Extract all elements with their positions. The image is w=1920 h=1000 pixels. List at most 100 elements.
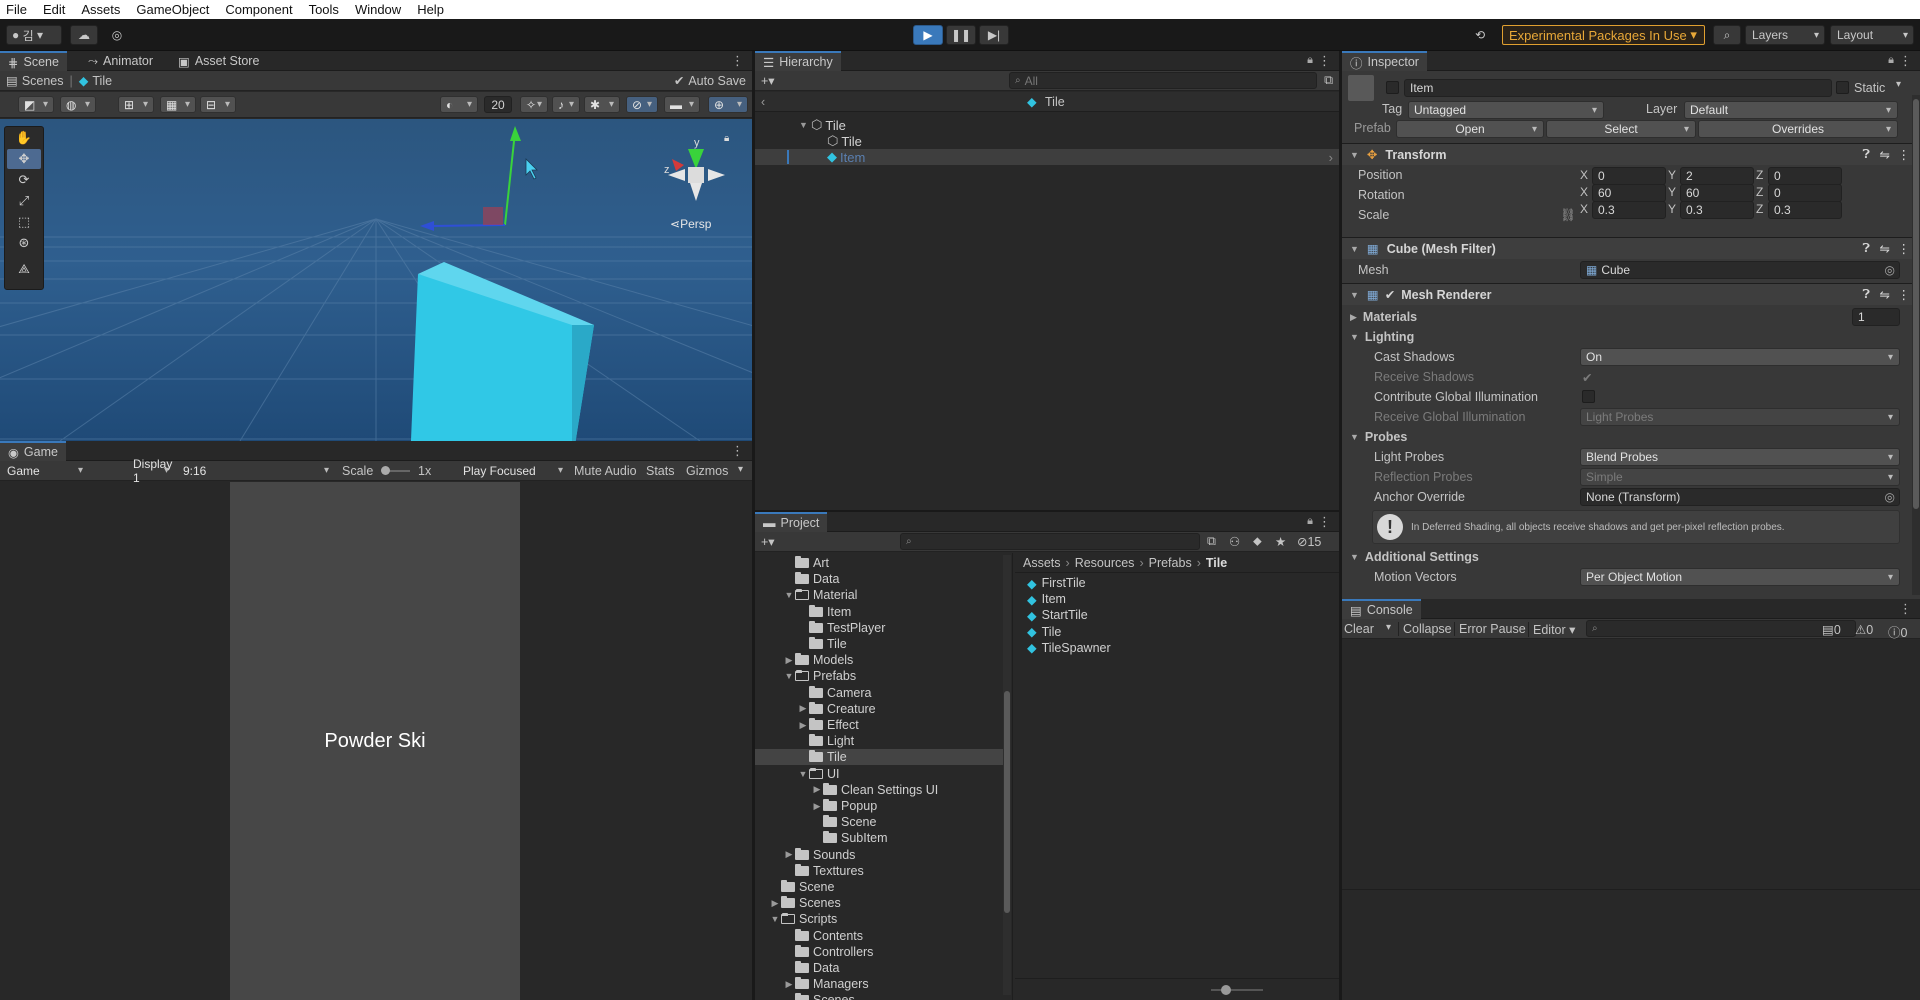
error-pause-toggle[interactable]: Error Pause xyxy=(1454,622,1526,636)
menu-gameobject[interactable]: GameObject xyxy=(128,2,217,17)
icon-size-slider[interactable] xyxy=(1211,989,1263,991)
folder-tree-row[interactable]: ▶ Managers xyxy=(755,976,1003,992)
expanded-arrow-icon[interactable]: ▼ xyxy=(783,671,795,681)
lighting-row[interactable]: ▼ Lighting xyxy=(1342,327,1920,347)
tab-hierarchy[interactable]: ☰ Hierarchy xyxy=(755,51,841,71)
crumb-tile[interactable]: Tile xyxy=(1206,556,1227,570)
tree-scrollbar[interactable] xyxy=(1003,555,1011,995)
rotation-x-field[interactable]: 60 xyxy=(1592,184,1666,202)
motion-vectors-dropdown[interactable]: Per Object Motion xyxy=(1580,568,1900,586)
component-menu-icon[interactable]: ⋮ xyxy=(1898,241,1911,256)
mute-audio-toggle[interactable]: Mute Audio xyxy=(574,464,637,478)
tag-icon[interactable]: ⬥ xyxy=(1253,534,1262,549)
folder-tree-row[interactable]: Controllers xyxy=(755,944,1003,960)
folder-tree-row[interactable]: ▼ Scripts xyxy=(755,911,1003,927)
lighting-toggle[interactable]: ✧ xyxy=(520,96,548,113)
folder-tree-row[interactable]: ▼ Prefabs xyxy=(755,668,1003,684)
hidden-packages-icon[interactable]: ⊘15 xyxy=(1297,534,1321,549)
tab-console[interactable]: ▤ Console xyxy=(1342,599,1421,619)
shading-dropdown[interactable]: ◐ xyxy=(440,96,478,113)
crumb-assets[interactable]: Assets xyxy=(1023,556,1061,570)
collapsed-arrow-icon[interactable]: ▶ xyxy=(811,784,823,795)
crumb-prefabs[interactable]: Prefabs xyxy=(1149,556,1192,570)
collapsed-arrow-icon[interactable]: ▶ xyxy=(783,655,795,666)
game-render-view[interactable]: Powder Ski xyxy=(230,482,520,1000)
help-icon[interactable]: ❓︎ xyxy=(1862,287,1870,302)
additional-settings-row[interactable]: ▼ Additional Settings xyxy=(1342,547,1920,567)
collapsed-arrow-icon[interactable]: ▶ xyxy=(783,849,795,860)
mesh-field[interactable]: ▦ Cube ◎ xyxy=(1580,261,1900,279)
folder-tree-row[interactable]: ▼ Material xyxy=(755,587,1003,603)
position-y-field[interactable]: 2 xyxy=(1680,167,1754,185)
folder-tree-row[interactable]: ▶ Clean Settings UI xyxy=(755,782,1003,798)
gizmos-dropdown[interactable]: ⊕ xyxy=(708,96,748,113)
settings-icon[interactable]: ⇋ xyxy=(1880,147,1890,162)
tab-asset-store[interactable]: ▣ Asset Store xyxy=(170,51,267,71)
layers-dropdown[interactable]: Layers ▾ xyxy=(1745,25,1825,45)
auto-save-toggle[interactable]: ✔ Auto Save xyxy=(674,73,746,89)
active-checkbox[interactable] xyxy=(1386,81,1399,94)
prefab-open-button[interactable]: Open xyxy=(1396,120,1544,138)
breadcrumb-scenes[interactable]: Scenes xyxy=(22,74,64,88)
tag-dropdown[interactable]: Untagged xyxy=(1408,101,1604,119)
folder-tree-row[interactable]: ▶ Effect xyxy=(755,717,1003,733)
settings-icon[interactable]: ⇋ xyxy=(1880,241,1890,256)
component-menu-icon[interactable]: ⋮ xyxy=(1898,147,1911,162)
folder-tree-row[interactable]: Art xyxy=(755,555,1003,571)
hierarchy-search-input[interactable]: ⌕ All xyxy=(1009,72,1317,89)
crumb-resources[interactable]: Resources xyxy=(1075,556,1135,570)
folder-tree-row[interactable]: Scene xyxy=(755,814,1003,830)
menu-file[interactable]: File xyxy=(0,2,35,17)
menu-help[interactable]: Help xyxy=(409,2,452,17)
folder-tree-row[interactable]: Scene xyxy=(755,879,1003,895)
hierarchy-menu-icon[interactable]: ⋮ xyxy=(1318,53,1331,69)
transform-header[interactable]: ▼ ✥ Transform ❓︎ ⇋ ⋮ xyxy=(1342,143,1920,165)
search-button[interactable]: ⌕ xyxy=(1713,25,1741,45)
console-menu-icon[interactable]: ⋮ xyxy=(1899,601,1912,617)
mesh-renderer-header[interactable]: ▼ ▦ ✔ Mesh Renderer ❓︎ ⇋ ⋮ xyxy=(1342,283,1920,305)
menu-component[interactable]: Component xyxy=(217,2,300,17)
gizmos-toggle[interactable]: Gizmos xyxy=(686,464,742,478)
asset-list-item[interactable]: ◆ Item xyxy=(1027,591,1066,607)
folder-tree-row[interactable]: ▶ Creature xyxy=(755,701,1003,717)
aspect-dropdown[interactable]: 9:16 xyxy=(178,462,334,479)
add-button[interactable]: +▾ xyxy=(761,73,775,88)
expanded-arrow-icon[interactable]: ▼ xyxy=(783,590,795,600)
snap-dropdown[interactable]: ⊞ xyxy=(118,96,154,113)
folder-tree-row[interactable]: ▼ UI xyxy=(755,766,1003,782)
inspector-scrollbar-thumb[interactable] xyxy=(1913,99,1919,509)
help-icon[interactable]: ❓︎ xyxy=(1862,147,1870,162)
cast-shadows-dropdown[interactable]: On xyxy=(1580,348,1900,366)
scene-viewport[interactable]: z y ⋖Persp 🔒︎ xyxy=(0,119,752,441)
materials-count-field[interactable]: 1 xyxy=(1852,308,1900,326)
folder-tree-row[interactable]: Tile xyxy=(755,636,1003,652)
tab-project[interactable]: ▬ Project xyxy=(755,512,828,532)
audio-toggle[interactable]: ♪ xyxy=(552,96,580,113)
create-button[interactable]: +▾ xyxy=(761,534,775,549)
zoom-value[interactable]: 20 xyxy=(484,96,512,113)
folder-tree-row[interactable]: Data xyxy=(755,571,1003,587)
game-menu-icon[interactable]: ⋮ xyxy=(731,443,744,459)
layer-dropdown[interactable]: Default xyxy=(1684,101,1898,119)
menu-tools[interactable]: Tools xyxy=(301,2,347,17)
folder-tree-row[interactable]: ▶ Scenes xyxy=(755,895,1003,911)
folder-tree-row[interactable]: Texttures xyxy=(755,863,1003,879)
collapsed-arrow-icon[interactable]: ▶ xyxy=(811,801,823,812)
expand-arrow-icon[interactable]: ▼ xyxy=(799,120,811,130)
folder-tree-row[interactable]: Tile xyxy=(755,749,1003,766)
draw-mode-dropdown[interactable]: ◩ xyxy=(18,96,54,113)
game-view-dropdown[interactable]: Game xyxy=(2,462,88,479)
materials-row[interactable]: ▶ Materials xyxy=(1342,307,1920,327)
scale-slider-thumb[interactable] xyxy=(381,466,390,475)
editor-dropdown[interactable]: Editor ▾ xyxy=(1528,622,1575,637)
scale-x-field[interactable]: 0.3 xyxy=(1592,201,1666,219)
scale-z-field[interactable]: 0.3 xyxy=(1768,201,1842,219)
prefab-select-button[interactable]: Select xyxy=(1546,120,1696,138)
rotate-tool-icon[interactable]: ⟳ xyxy=(7,170,41,190)
checkbox-checked-icon[interactable]: ✔ xyxy=(1582,370,1592,385)
folder-tree-row[interactable]: ▶ Models xyxy=(755,652,1003,668)
light-probes-dropdown[interactable]: Blend Probes xyxy=(1580,448,1900,466)
scale-tool-icon[interactable]: ⤢ xyxy=(7,191,41,211)
prefab-overrides-dropdown[interactable]: Overrides xyxy=(1698,120,1898,138)
enabled-checkbox-icon[interactable]: ✔ xyxy=(1385,287,1395,302)
